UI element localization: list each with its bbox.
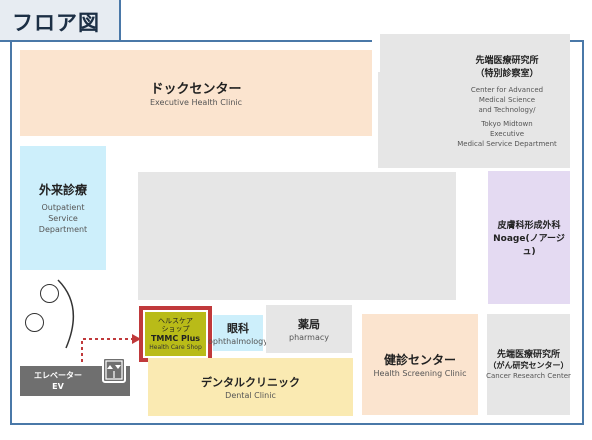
pharmacy-en: pharmacy [288,332,330,342]
derm-jp2: Noage(ノアージュ) [493,234,565,257]
shop-jp1: ヘルスケア [158,316,193,325]
shop-brand: TMMC Plus [150,333,201,343]
dental-en: Dental Clinic [225,390,276,400]
room-dock-center[interactable]: ドックセンター Executive Health Clinic [20,50,372,136]
shop-jp2: ショップ [161,324,190,333]
central-block [138,172,456,300]
dock-center-jp: ドックセンター [150,82,242,97]
advanced-jp1: 先端医療研究所 [475,56,539,66]
outpatient-en-2: Service [48,214,78,223]
cancer-jp1: 先端医療研究所 [496,350,560,360]
derm-jp1: 皮膚科形成外科 [497,221,561,231]
room-ophthalmology[interactable]: 眼科 ophthalmology [208,315,268,351]
ophthalmology-en: ophthalmology [208,336,268,346]
dental-jp: デンタルクリニック [201,375,300,389]
advanced-en-1: Center for Advanced [470,86,544,94]
route-arrow [81,334,141,362]
room-outpatient[interactable]: 外来診療 Outpatient Service Department [20,146,106,270]
shop-en: Health Care Shop [149,343,202,351]
advanced-en-4: Tokyo Midtown [481,120,533,128]
advanced-medical-notch [372,34,380,72]
room-healthcare-shop[interactable]: ヘルスケア ショップ TMMC Plus Health Care Shop [145,312,206,356]
elevator-jp: エレベーター [34,371,82,380]
outpatient-jp: 外来診療 [38,183,87,197]
screening-en: Health Screening Clinic [373,368,467,378]
room-cancer-research[interactable]: 先端医療研究所 （がん研究センター） Cancer Research Cente… [486,314,571,415]
room-dermatology[interactable]: 皮膚科形成外科 Noage(ノアージュ) [488,171,570,304]
room-dental-clinic[interactable]: デンタルクリニック Dental Clinic [148,358,353,416]
pharmacy-jp: 薬局 [298,317,320,331]
elevator-en: EV [52,382,64,391]
advanced-en-6: Medical Service Department [457,140,557,148]
room-advanced-medical[interactable]: 先端医療研究所 （特別診察室） Center for Advanced Medi… [378,34,570,168]
elevator[interactable]: エレベーター EV [20,357,130,396]
outpatient-en-1: Outpatient [41,203,85,212]
advanced-en-2: Medical Science [478,96,536,104]
outpatient-en-3: Department [38,225,88,234]
room-pharmacy[interactable]: 薬局 pharmacy [266,305,352,353]
advanced-en-3: and Technology/ [478,106,536,114]
dock-center-en: Executive Health Clinic [149,98,243,107]
screening-jp: 健診センター [383,352,456,367]
advanced-jp2: （特別診察室） [475,69,539,79]
cancer-jp2: （がん研究センター） [488,361,569,370]
advanced-en-5: Executive [489,130,525,138]
ophthalmology-jp: 眼科 [227,321,249,335]
title-tab: フロア図 [0,0,121,42]
room-health-screening[interactable]: 健診センター Health Screening Clinic [362,314,478,415]
page-title: フロア図 [12,11,100,35]
cancer-en: Cancer Research Center [486,372,571,380]
revolving-door-icon [25,313,44,332]
